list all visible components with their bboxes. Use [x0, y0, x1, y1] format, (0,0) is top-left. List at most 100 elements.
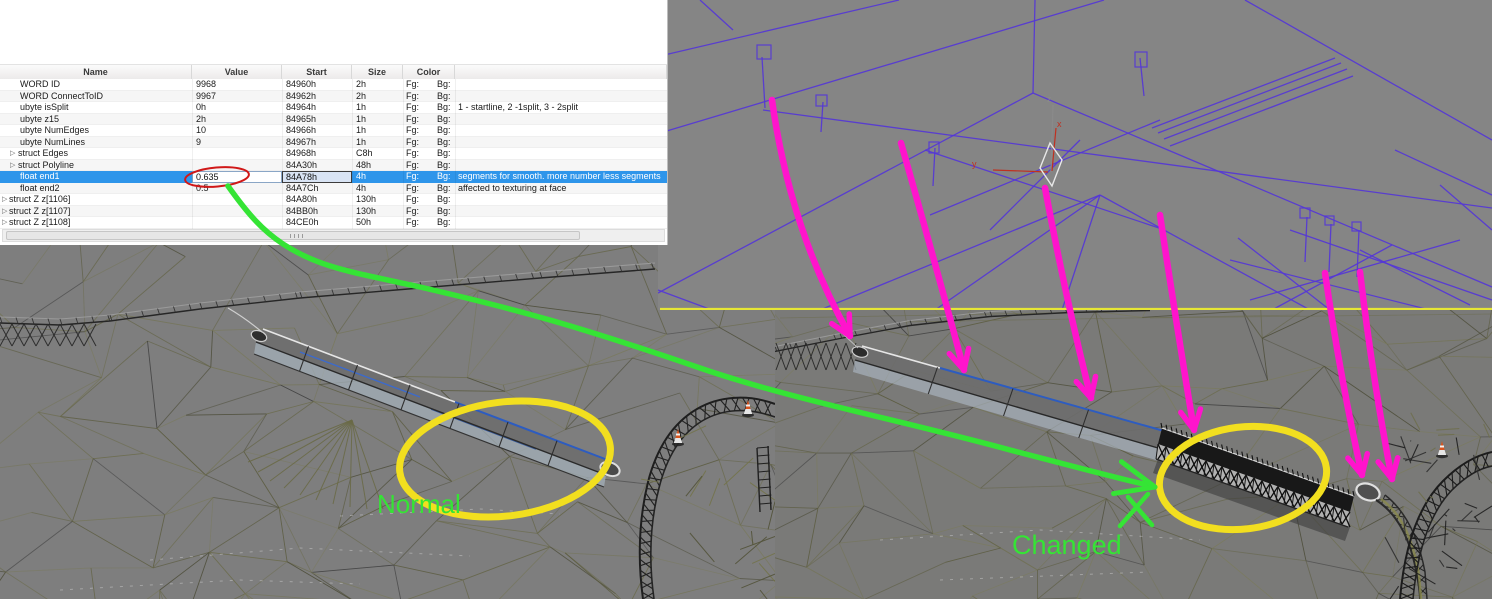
cell-size: 4h: [356, 171, 367, 181]
expand-arrow-icon[interactable]: ▷: [2, 217, 7, 229]
cell-start: 84BB0h: [286, 205, 319, 216]
cell-start: 84A7Ch: [286, 182, 319, 193]
table-row-selected[interactable]: float end1 0.635 84A78h 4h Fg: Bg: segments fo…: [0, 171, 667, 183]
table-row[interactable]: ▷ struct Z z[1106] 84A80h 130h Fg: Bg:: [0, 194, 667, 206]
table-header: Name Value Start Size Color: [0, 64, 667, 80]
cell-name: struct Z z[1106]: [9, 194, 71, 204]
expand-arrow-icon[interactable]: ▷: [2, 194, 7, 206]
cell-name: float end1: [20, 171, 60, 181]
cell-size: 50h: [356, 217, 372, 227]
cell-fg-label: Fg:: [406, 136, 420, 147]
cell-start: 84967h: [286, 136, 317, 147]
cell-bg-label: Bg:: [437, 182, 451, 193]
table-row[interactable]: ubyte z15 2h 84965h 1h Fg: Bg:: [0, 113, 667, 125]
table-row[interactable]: ▷ struct Polyline 84A30h 48h Fg: Bg:: [0, 159, 667, 172]
cell-bg-label: Bg:: [437, 102, 451, 112]
column-separator: [455, 79, 456, 229]
column-header-name[interactable]: Name: [0, 65, 192, 79]
cell-bg-label: Bg:: [437, 79, 451, 89]
cell-bg-label: Bg:: [437, 205, 451, 216]
column-separator: [352, 79, 353, 229]
expand-arrow-icon[interactable]: ▷: [10, 148, 15, 160]
cell-start: 84965h: [286, 113, 317, 124]
column-separator: [403, 79, 404, 229]
gizmo-x-label: x: [1057, 119, 1062, 129]
scrollbar-thumb[interactable]: [6, 231, 580, 240]
cell-size: 1h: [356, 125, 367, 135]
cell-size: 2h: [356, 90, 367, 101]
column-header-comment[interactable]: [455, 65, 667, 79]
cell-value: 9968: [196, 79, 217, 89]
cell-fg-label: Fg:: [406, 171, 420, 181]
cell-name: ubyte isSplit: [20, 102, 69, 112]
expand-arrow-icon[interactable]: ▷: [10, 160, 15, 172]
table-row[interactable]: ubyte NumEdges 10 84966h 1h Fg: Bg:: [0, 125, 667, 137]
cell-start: 84960h: [286, 79, 317, 89]
column-header-value[interactable]: Value: [192, 65, 282, 79]
cell-value: 9: [196, 136, 202, 147]
cell-comment: [458, 217, 665, 229]
cell-fg-label: Fg:: [406, 217, 420, 227]
cell-value: 10: [196, 125, 207, 135]
table-row[interactable]: ubyte NumLines 9 84967h 1h Fg: Bg:: [0, 136, 667, 148]
cell-fg-label: Fg:: [406, 102, 420, 112]
cell-start: 84966h: [286, 125, 317, 135]
cell-fg-label: Fg:: [406, 182, 420, 193]
cell-value: [196, 194, 280, 206]
table-row[interactable]: ubyte isSplit 0h 84964h 1h Fg: Bg: 1 - startli…: [0, 102, 667, 114]
cell-value: 2h: [196, 113, 207, 124]
cell-value: [196, 160, 280, 172]
cell-value: [196, 217, 280, 229]
cell-fg-label: Fg:: [406, 148, 420, 158]
cell-fg-label: Fg:: [406, 194, 420, 204]
cell-start: 84964h: [286, 102, 317, 112]
struct-table-panel: Name Value Start Size Color WORD ID 9968 84960…: [0, 0, 668, 245]
cell-name: ubyte z15: [20, 113, 60, 124]
table-row[interactable]: WORD ID 9968 84960h 2h Fg: Bg:: [0, 79, 667, 91]
cell-start: 84962h: [286, 90, 317, 101]
cell-comment: [458, 79, 665, 91]
horizontal-scrollbar[interactable]: [2, 229, 665, 242]
cell-size: 1h: [356, 113, 367, 124]
cell-fg-label: Fg:: [406, 125, 420, 135]
top-right-viewport-sky[interactable]: z x y: [658, 0, 1492, 310]
column-separator: [282, 79, 283, 229]
cell-start: 84CE0h: [286, 217, 319, 227]
cell-name: struct Polyline: [18, 159, 75, 170]
cell-value: [196, 206, 280, 218]
column-header-size[interactable]: Size: [352, 65, 403, 79]
cell-size: 1h: [356, 102, 367, 112]
cell-comment: [458, 148, 665, 160]
cell-size: 130h: [356, 205, 377, 216]
table-row[interactable]: ▷ struct Z z[1107] 84BB0h 130h Fg: Bg:: [0, 205, 667, 218]
cell-bg-label: Bg:: [437, 194, 451, 204]
column-separator: [192, 79, 193, 229]
column-header-color[interactable]: Color: [403, 65, 455, 79]
cell-fg-label: Fg:: [406, 79, 420, 89]
cell-value: 0h: [196, 102, 207, 112]
scrollbar-grip-icon: [290, 234, 304, 238]
cell-name: struct Z z[1108]: [9, 217, 71, 227]
table-row[interactable]: ▷ struct Edges 84968h C8h Fg: Bg:: [0, 148, 667, 160]
cell-comment: [458, 125, 665, 137]
cell-start: 84968h: [286, 148, 317, 158]
table-row[interactable]: WORD ConnectToID 9967 84962h 2h Fg: Bg:: [0, 90, 667, 103]
cell-start: 84A30h: [286, 159, 318, 170]
cell-size: 1h: [356, 136, 367, 147]
cell-bg-label: Bg:: [437, 125, 451, 135]
cell-name: ubyte NumEdges: [20, 125, 90, 135]
cell-name: struct Z z[1107]: [9, 205, 71, 216]
table-row[interactable]: ▷ struct Z z[1108] 84CE0h 50h Fg: Bg:: [0, 217, 667, 229]
cell-value: 0.5: [196, 182, 209, 193]
cell-comment: [458, 160, 665, 172]
cell-comment: [458, 91, 665, 103]
cell-bg-label: Bg:: [437, 159, 451, 170]
cell-value: 9967: [196, 90, 217, 101]
cell-comment: [458, 194, 665, 206]
gizmo-z-label: z: [1047, 94, 1052, 104]
cell-bg-label: Bg:: [437, 90, 451, 101]
right-viewport-changed[interactable]: [714, 260, 1492, 599]
table-row[interactable]: float end2 0.5 84A7Ch 4h Fg: Bg: affected to t…: [0, 182, 667, 194]
column-header-start[interactable]: Start: [282, 65, 352, 79]
expand-arrow-icon[interactable]: ▷: [2, 206, 7, 218]
